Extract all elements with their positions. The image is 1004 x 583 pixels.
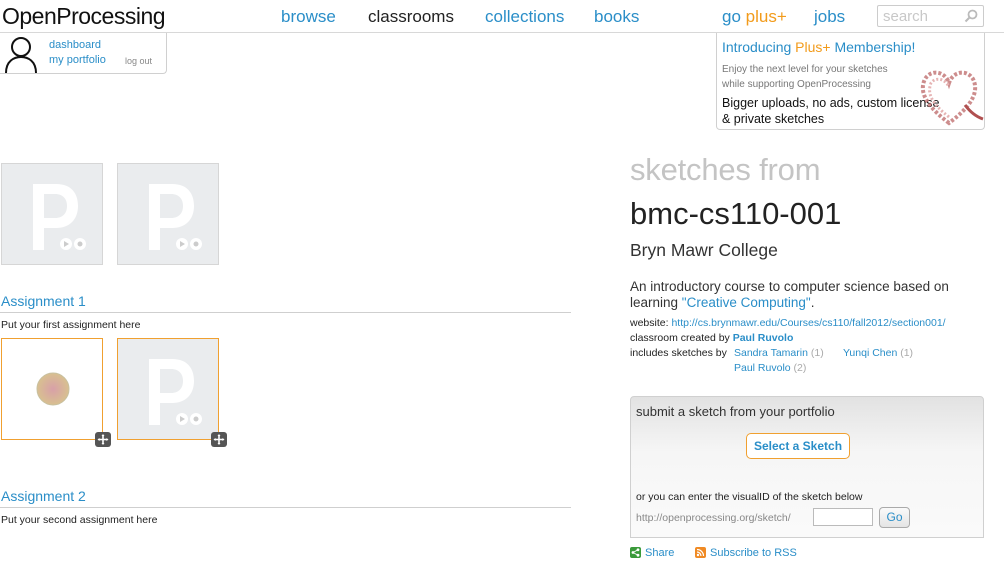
share-icon (630, 547, 641, 558)
nav-books[interactable]: books (594, 7, 639, 27)
logout-link[interactable]: log out (125, 56, 152, 66)
user-menu: dashboard my portfolio log out (0, 33, 167, 74)
share-label: Share (645, 547, 675, 559)
search-box (877, 5, 984, 27)
classroom-name: bmc-cs110-001 (630, 196, 842, 231)
author-count: (1) (810, 347, 824, 359)
author-item: Paul Ruvolo (2) (734, 362, 806, 374)
classroom-description: An introductory course to computer scien… (630, 279, 990, 311)
includes-row: includes sketches by (630, 347, 727, 359)
website-label: website: (630, 317, 669, 329)
sketch-circle-preview (36, 372, 70, 406)
rss-link[interactable]: Subscribe to RSS (695, 547, 797, 559)
dashboard-link[interactable]: dashboard (49, 39, 101, 51)
website-link[interactable]: http://cs.brynmawr.edu/Courses/cs110/fal… (671, 317, 945, 329)
sketch-url-prefix: http://openprocessing.org/sketch/ (636, 512, 791, 524)
author-count: (2) (793, 362, 807, 374)
select-sketch-button[interactable]: Select a Sketch (746, 433, 850, 459)
assignment-sketch-thumbnail[interactable] (117, 338, 219, 440)
includes-label: includes sketches by (630, 347, 727, 359)
my-portfolio-link[interactable]: my portfolio (49, 54, 106, 66)
author-item: Sandra Tamarin (1) (734, 347, 824, 359)
website-row: website: http://cs.brynmawr.edu/Courses/… (630, 317, 946, 329)
author-link[interactable]: Yunqi Chen (843, 347, 897, 359)
add-icon[interactable] (95, 432, 111, 447)
top-bar: OpenProcessing browse classrooms collect… (0, 0, 1004, 33)
assignment-1-title[interactable]: Assignment 1 (1, 293, 86, 309)
plus-ad-title: Introducing Plus+ Membership! (722, 39, 915, 55)
processing-logo-icon (118, 164, 218, 264)
assignment-2-description: Put your second assignment here (1, 514, 158, 526)
nav-plus-label: plus+ (745, 7, 787, 26)
description-end: . (810, 295, 815, 310)
rss-icon (695, 547, 706, 558)
search-icon[interactable] (964, 9, 978, 23)
school-name: Bryn Mawr College (630, 240, 778, 260)
author-link[interactable]: Paul Ruvolo (734, 362, 791, 374)
site-logo[interactable]: OpenProcessing (2, 3, 166, 30)
plus-membership-ad[interactable]: Introducing Plus+ Membership! Enjoy the … (716, 33, 985, 130)
plus-ad-benefits: Bigger uploads, no ads, custom license &… (722, 96, 940, 126)
nav-collections[interactable]: collections (485, 7, 564, 27)
add-icon[interactable] (211, 432, 227, 447)
share-link[interactable]: Share (630, 547, 674, 559)
created-by-row: classroom created by Paul Ruvolo (630, 332, 793, 344)
submit-heading: submit a sketch from your portfolio (636, 404, 835, 419)
processing-logo-icon (2, 164, 102, 264)
nav-jobs[interactable]: jobs (814, 7, 845, 27)
author-item: Yunqi Chen (1) (843, 347, 913, 359)
plus-ad-tagline: Enjoy the next level for your sketches w… (722, 64, 888, 90)
plus-ad-membership: Membership! (834, 39, 916, 55)
sketch-thumbnail[interactable] (1, 163, 103, 265)
plus-ad-plus: Plus+ (795, 39, 831, 55)
processing-logo-icon (118, 339, 218, 439)
divider (0, 312, 571, 313)
assignment-2-title[interactable]: Assignment 2 (1, 488, 86, 504)
nav-go-plus[interactable]: go plus+ (722, 7, 787, 27)
submit-sketch-panel: submit a sketch from your portfolio Sele… (630, 396, 984, 538)
plus-ad-intro: Introducing (722, 39, 792, 55)
author-link[interactable]: Sandra Tamarin (734, 347, 808, 359)
visualid-input[interactable] (813, 508, 873, 526)
description-link[interactable]: "Creative Computing" (682, 295, 811, 310)
sketches-from-heading: sketches from (630, 152, 821, 187)
assignment-1-description: Put your first assignment here (1, 319, 141, 331)
nav-browse[interactable]: browse (281, 7, 336, 27)
go-button[interactable]: Go (879, 507, 910, 528)
created-by-label: classroom created by (630, 332, 730, 344)
author-count: (1) (900, 347, 914, 359)
search-input[interactable] (878, 6, 964, 26)
heart-graphic-icon (920, 70, 984, 126)
nav-classrooms[interactable]: classrooms (368, 7, 454, 27)
nav-go-label: go (722, 7, 741, 26)
creator-link[interactable]: Paul Ruvolo (733, 332, 794, 344)
avatar-icon[interactable] (3, 35, 39, 73)
divider (0, 507, 571, 508)
sketch-thumbnail[interactable] (117, 163, 219, 265)
visualid-instructions: or you can enter the visualID of the ske… (636, 491, 863, 503)
rss-label: Subscribe to RSS (710, 547, 797, 559)
assignment-sketch-thumbnail[interactable] (1, 338, 103, 440)
